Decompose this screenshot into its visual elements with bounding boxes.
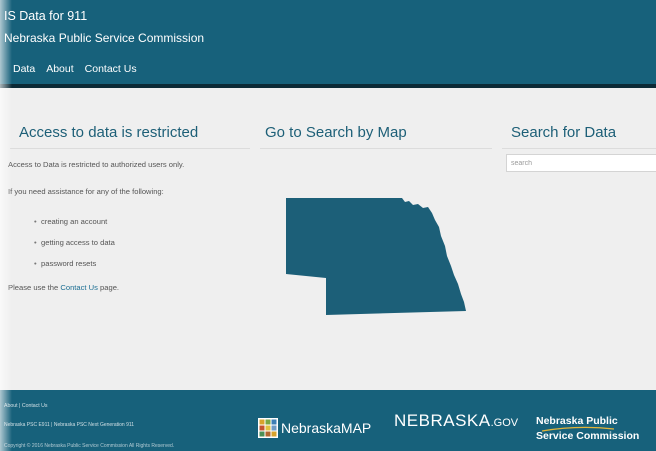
map-title: Go to Search by Map [265,124,407,141]
site-title[interactable]: IS Data for 911 [4,9,87,23]
nav-contact-us[interactable]: Contact Us [85,63,137,75]
psc-swoosh-icon [542,426,614,432]
nebraska-map[interactable] [284,194,468,318]
restricted-divider [10,148,250,149]
contact-prefix: Please use the [8,283,61,292]
list-item: creating an account [34,217,107,226]
main-nav: Data About Contact Us [13,63,137,75]
list-item: getting access to data [34,238,115,247]
nav-data[interactable]: Data [13,63,35,75]
nebraska-gov-logo-suffix: .GOV [490,417,519,429]
search-divider [502,148,656,149]
psc-logo[interactable]: Nebraska Public Service Commission [536,415,639,442]
restricted-title: Access to data is restricted [19,124,199,141]
nebraskamap-grid-icon [258,418,278,438]
site-subtitle: Nebraska Public Service Commission [4,31,205,45]
contact-sentence: Please use the Contact Us page. [8,283,119,292]
footer-programs: Nebraska PSC E911 | Nebraska PSC Next Ge… [4,422,135,428]
search-title: Search for Data [511,124,617,141]
footer-copyright: Copyright © 2016 Nebraska Public Service… [4,443,175,449]
list-item: password resets [34,259,96,268]
map-divider [260,148,492,149]
nebraskamap-logo-text: NebraskaMAP [281,420,372,436]
nav-about[interactable]: About [46,63,73,75]
restricted-intro: Access to Data is restricted to authoriz… [8,160,185,169]
nebraskamap-logo[interactable]: NebraskaMAP [258,418,371,438]
footer-about-link[interactable]: About [4,403,18,409]
nebraska-map-icon [286,198,466,315]
footer-contact-link[interactable]: Contact Us [22,403,48,409]
page: IS Data for 911 Nebraska Public Service … [0,0,656,451]
contact-us-link[interactable]: Contact Us [60,283,98,292]
nebraska-shape [286,198,466,315]
nebraska-gov-logo-main: NEBRASKA [394,411,491,430]
footer-separator: | [19,403,21,409]
contact-suffix: page. [97,283,120,292]
nebraska-gov-logo[interactable]: NEBRASKA.GOV [394,411,518,431]
footer-links: About | Contact Us [4,403,48,409]
site-header: IS Data for 911 Nebraska Public Service … [0,0,656,84]
search-input[interactable] [506,154,656,172]
restricted-assist: If you need assistance for any of the fo… [8,187,164,196]
